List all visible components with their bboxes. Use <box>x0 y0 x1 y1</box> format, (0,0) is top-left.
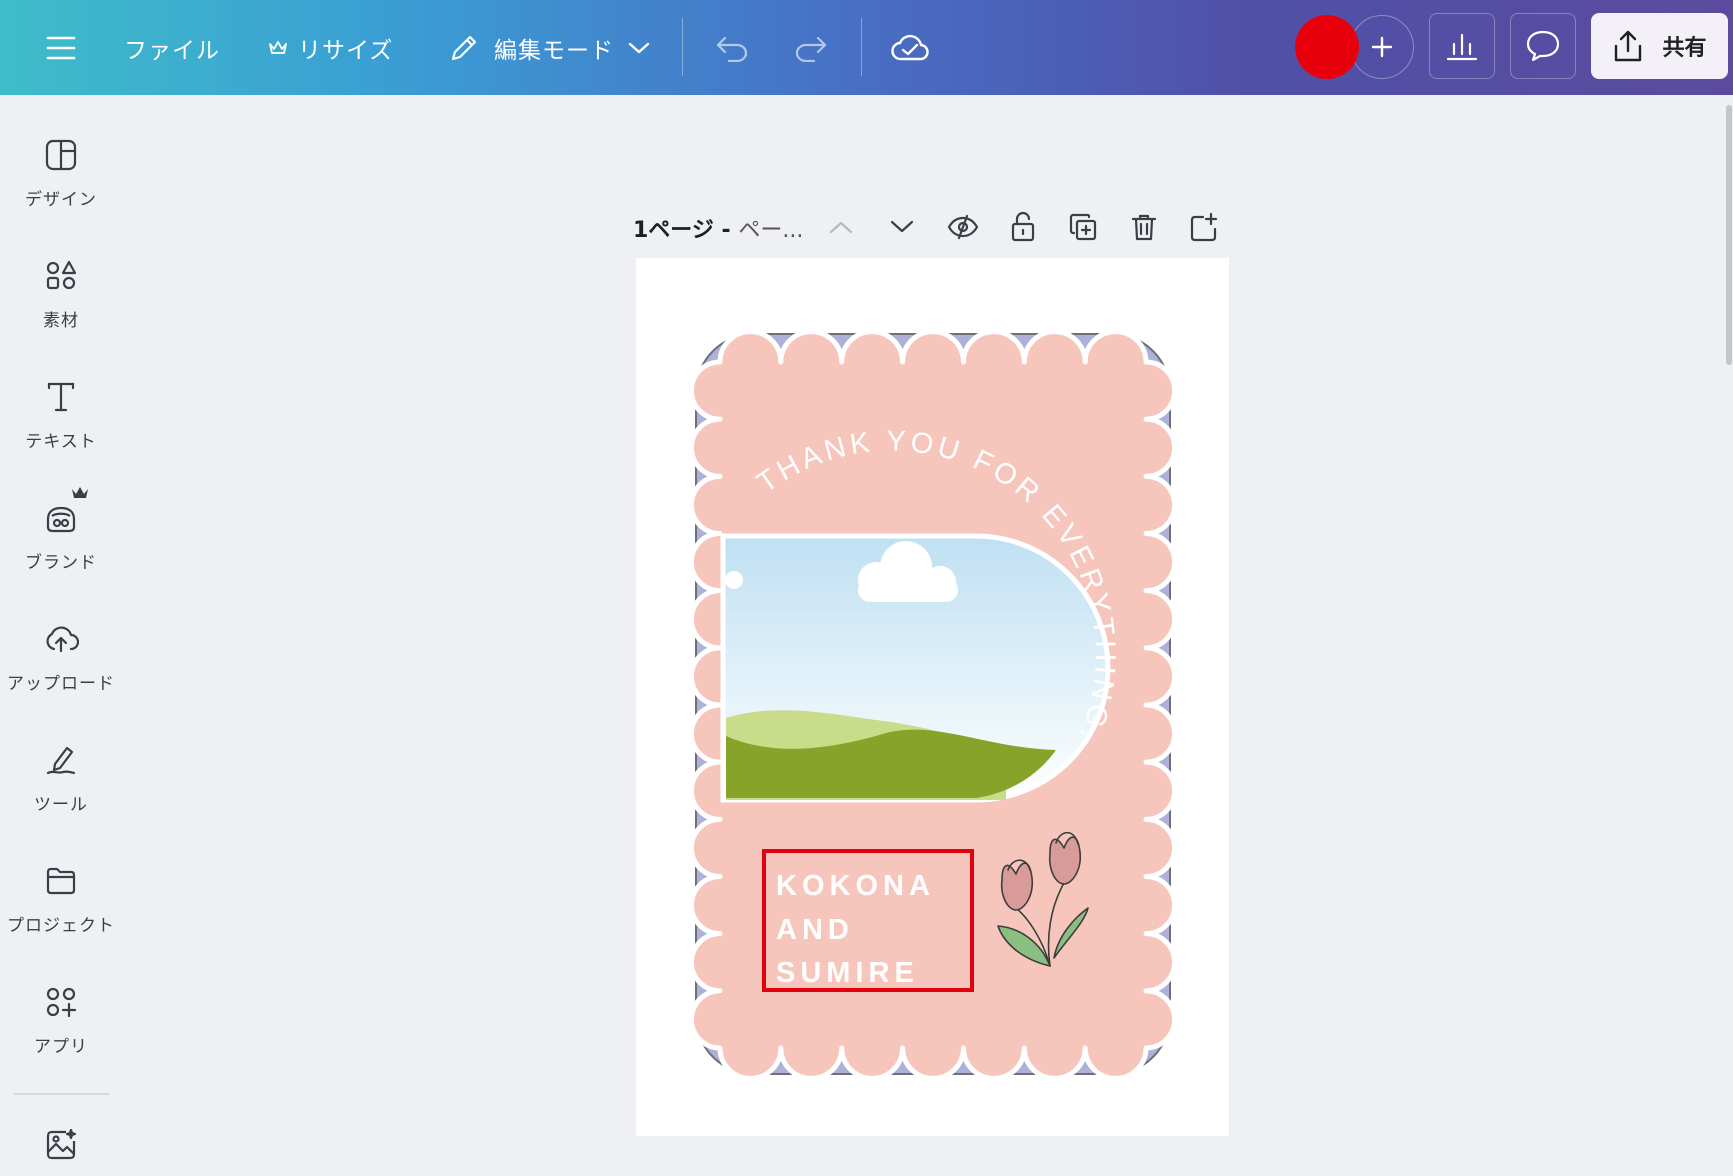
elements-icon <box>41 256 81 296</box>
sidebar-item-label: ツール <box>34 795 88 815</box>
hide-page-button[interactable] <box>943 207 983 247</box>
sidebar-item-label: アプリ <box>34 1037 88 1057</box>
name-line-3: SUMIRE <box>776 957 919 989</box>
comments-button[interactable] <box>1510 13 1576 79</box>
sidebar-item-label: 素材 <box>43 311 79 331</box>
brand-icon <box>41 487 88 538</box>
text-icon <box>41 377 81 417</box>
add-collaborator-button[interactable] <box>1350 15 1414 79</box>
name-line-1: KOKONA <box>776 870 935 902</box>
apps-icon <box>41 982 81 1022</box>
share-upload-icon <box>1615 30 1642 62</box>
undo-button[interactable] <box>706 24 758 72</box>
sidebar-item-design[interactable]: デザイン <box>0 135 122 247</box>
chevron-up-icon <box>829 221 853 234</box>
vertical-scrollbar[interactable] <box>1726 105 1732 365</box>
sidebar-item-upload[interactable]: アップロード <box>0 619 122 731</box>
page-name-label: ペー... <box>738 218 804 243</box>
toolbar-divider <box>861 18 862 76</box>
upload-icon <box>41 619 81 659</box>
lock-page-button[interactable] <box>1003 207 1043 247</box>
hamburger-menu-icon[interactable] <box>32 22 90 74</box>
sidebar-item-elements[interactable]: 素材 <box>0 256 122 368</box>
design-icon <box>41 135 81 175</box>
chevron-down-icon <box>628 41 650 55</box>
share-button[interactable]: 共有 <box>1591 13 1728 79</box>
sidebar-item-brand[interactable]: ブランド <box>0 487 122 610</box>
magic-image-icon <box>41 1125 81 1165</box>
add-page-button[interactable] <box>1184 207 1224 247</box>
folder-icon <box>41 861 81 901</box>
redo-icon <box>795 36 827 62</box>
duplicate-page-button[interactable] <box>1063 207 1103 247</box>
file-menu[interactable]: ファイル <box>124 26 220 70</box>
user-avatar[interactable] <box>1295 15 1359 79</box>
name-line-2: AND <box>776 914 854 946</box>
undo-icon <box>716 36 748 62</box>
edit-mode-dropdown[interactable]: 編集モード <box>448 26 650 70</box>
top-toolbar: ファイル リサイズ 編集モード 共有 <box>0 0 1733 95</box>
trash-icon <box>1131 214 1157 241</box>
share-button-label: 共有 <box>1662 36 1707 61</box>
sidebar-item-projects[interactable]: プロジェクト <box>0 861 122 973</box>
sidebar-item-text[interactable]: テキスト <box>0 377 122 489</box>
left-sidebar: デザイン 素材 テキスト ブランド アップロード ツール プロジェクト アプリ <box>0 95 122 1176</box>
sidebar-item-tools[interactable]: ツール <box>0 740 122 852</box>
cloud-saved-button[interactable] <box>880 22 940 74</box>
duplicate-icon <box>1069 213 1097 241</box>
page-title[interactable]: 1ページ - ペー... <box>633 212 803 244</box>
sidebar-divider <box>14 1093 109 1095</box>
pencil-icon <box>448 32 480 64</box>
page-up-button[interactable] <box>821 207 861 247</box>
edit-mode-label: 編集モード <box>494 38 614 64</box>
bar-chart-icon <box>1446 33 1478 61</box>
premium-crown-icon <box>71 486 89 500</box>
sidebar-item-label: デザイン <box>25 190 97 210</box>
small-cloud-dot <box>725 571 743 589</box>
landscape-illustration <box>720 533 1111 803</box>
sidebar-item-magic-media[interactable] <box>0 1125 122 1175</box>
file-menu-label: ファイル <box>124 38 220 64</box>
sidebar-item-label: テキスト <box>25 432 97 452</box>
insights-button[interactable] <box>1429 13 1495 79</box>
chevron-down-icon <box>890 220 914 233</box>
speech-bubble-icon <box>1526 30 1560 62</box>
design-page-canvas[interactable]: THANK YOU FOR EVERYTHING. KOKONA AND SUM… <box>636 258 1229 1136</box>
delete-page-button[interactable] <box>1124 207 1164 247</box>
crown-icon <box>268 40 288 56</box>
unlock-icon <box>1011 211 1035 242</box>
plus-icon <box>1371 36 1393 58</box>
add-page-icon <box>1190 212 1218 242</box>
thank-you-card-artwork[interactable]: THANK YOU FOR EVERYTHING. KOKONA AND SUM… <box>636 258 1229 1136</box>
sidebar-item-label: プロジェクト <box>7 916 115 936</box>
cloud-check-icon <box>891 34 929 61</box>
toolbar-divider <box>682 18 683 76</box>
redo-button[interactable] <box>785 24 837 72</box>
page-down-button[interactable] <box>882 207 922 247</box>
resize-menu-label: リサイズ <box>298 38 394 64</box>
tools-icon <box>41 740 81 780</box>
sidebar-item-apps[interactable]: アプリ <box>0 982 122 1094</box>
page-number-label: 1ページ - <box>633 218 739 243</box>
sidebar-item-label: アップロード <box>7 674 115 694</box>
sidebar-item-label: ブランド <box>25 553 97 573</box>
resize-menu[interactable]: リサイズ <box>268 26 393 70</box>
eye-slash-icon <box>947 214 979 240</box>
